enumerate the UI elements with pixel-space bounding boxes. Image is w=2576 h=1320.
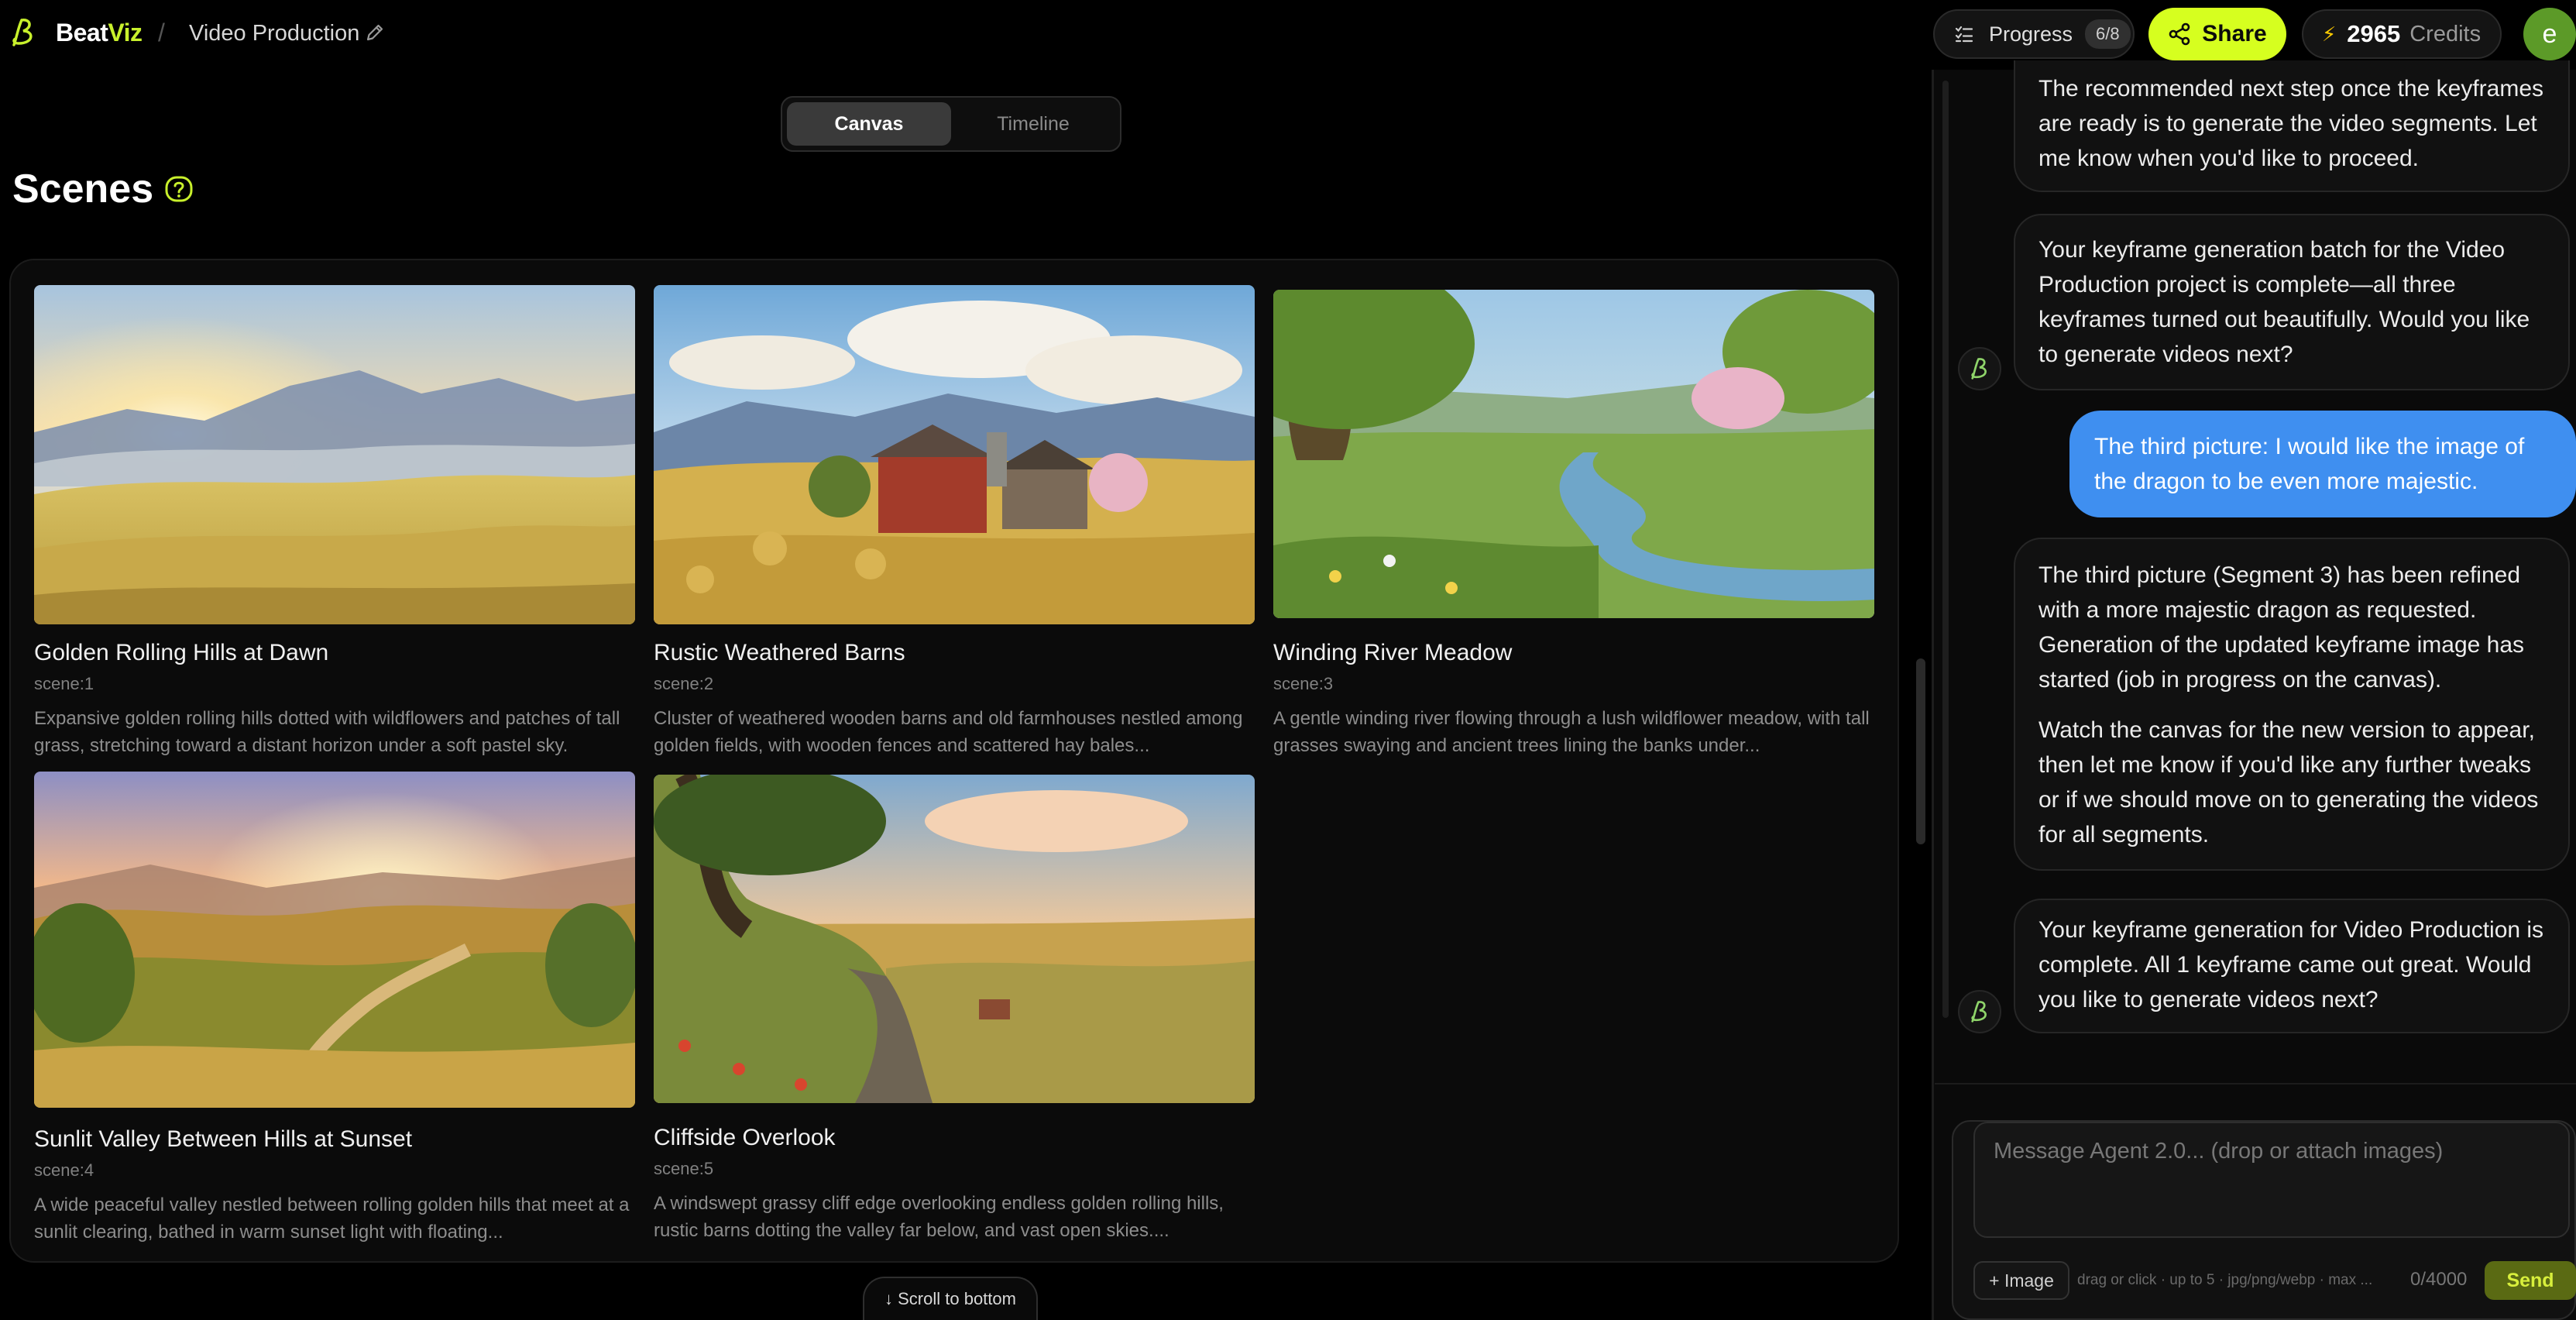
brand-viz: Viz [108,19,143,46]
user-avatar[interactable]: e [2523,8,2576,60]
scene-image [654,775,1255,1103]
checklist-icon [1955,26,1973,43]
tab-timeline[interactable]: Timeline [951,102,1115,146]
scene-title: Sunlit Valley Between Hills at Sunset [34,1126,413,1152]
top-bar: BeatViz / Video Production Progress 6/8 … [0,0,2576,70]
credits-value: 2965 [2347,20,2401,47]
help-icon[interactable] [164,175,194,205]
message-text: The third picture (Segment 3) has been r… [2038,562,2525,693]
scene-description: Cluster of weathered wooden barns and ol… [654,708,1243,756]
scene-image [1273,290,1874,618]
scene-image [34,285,635,624]
scene-thumbnail[interactable] [654,285,1255,624]
view-toggle: Canvas Timeline [781,96,1121,152]
share-button[interactable]: Share [2148,8,2286,60]
scene-description: A wide peaceful valley nestled between r… [34,1195,630,1243]
scene-image [654,285,1255,624]
scene-thumbnail[interactable] [654,775,1255,1103]
agent-message: Your keyframe generation for Video Produ… [2014,899,2570,1033]
share-label: Share [2202,21,2267,46]
beatviz-logo-icon [1971,1001,1987,1023]
chat-scrollbar[interactable] [1942,81,1949,1018]
tab-canvas[interactable]: Canvas [787,102,951,146]
agent-avatar [1958,347,2001,390]
chat-divider [1935,1083,2576,1085]
scene-title: Golden Rolling Hills at Dawn [34,640,329,665]
message-input-wrapper [1973,1122,2570,1238]
progress-button[interactable]: Progress 6/8 [1933,9,2135,59]
scene-card[interactable]: Cliffside Overlook scene:5 A windswept g… [654,775,1255,1244]
progress-count-badge: 6/8 [2085,19,2131,49]
scene-card[interactable]: Golden Rolling Hills at Dawn scene:1 Exp… [34,285,635,759]
add-image-button[interactable]: + Image [1973,1261,2069,1300]
lightning-icon: ⚡ [2322,22,2337,46]
upload-hint: drag or click · up to 5 · jpg/png/webp ·… [2077,1272,2373,1288]
message-text: Your keyframe generation for Video Produ… [2038,917,2544,1012]
scene-id: scene:2 [654,674,714,693]
brand-beat: Beat [56,19,108,46]
scene-card[interactable]: Sunlit Valley Between Hills at Sunset sc… [34,772,635,1246]
scene-thumbnail[interactable] [1273,290,1874,618]
credits-label: Credits [2409,21,2482,46]
credits-button[interactable]: ⚡ 2965 Credits [2302,9,2502,59]
beatviz-logo-icon[interactable] [8,15,39,50]
scene-id: scene:3 [1273,674,1334,693]
scene-card[interactable]: Winding River Meadow scene:3 A gentle wi… [1273,290,1874,759]
pencil-icon[interactable] [364,22,386,43]
user-message: The third picture: I would like the imag… [2069,411,2576,517]
scene-id: scene:4 [34,1160,94,1180]
agent-message: Your keyframe generation batch for the V… [2014,214,2570,390]
message-text: The recommended next step once the keyfr… [2038,76,2544,171]
progress-label: Progress [1989,22,2073,46]
beatviz-logo-icon [1971,358,1987,380]
agent-message: The third picture (Segment 3) has been r… [2014,538,2570,871]
scene-thumbnail[interactable] [34,772,635,1108]
scene-description: A windswept grassy cliff edge overlookin… [654,1193,1224,1241]
share-icon [2169,22,2190,46]
scene-thumbnail[interactable] [34,285,635,624]
scene-description: A gentle winding river flowing through a… [1273,708,1870,756]
message-text: The third picture: I would like the imag… [2094,434,2525,494]
scene-id: scene:1 [34,674,94,693]
scene-title: Rustic Weathered Barns [654,640,905,665]
agent-avatar [1958,990,2001,1033]
breadcrumb-separator: / [158,19,165,46]
character-count: 0/4000 [2410,1269,2468,1290]
scene-card[interactable]: Rustic Weathered Barns scene:2 Cluster o… [654,285,1255,759]
scene-description: Expansive golden rolling hills dotted wi… [34,708,620,756]
send-button[interactable]: Send [2485,1261,2576,1300]
message-input[interactable] [1975,1123,2568,1236]
project-name[interactable]: Video Production [189,21,359,46]
scene-id: scene:5 [654,1159,714,1178]
agent-message: The recommended next step once the keyfr… [2014,60,2570,192]
page-title: Scenes [12,167,154,211]
scene-image [34,772,635,1108]
message-text: Your keyframe generation batch for the V… [2038,237,2530,367]
scroll-to-bottom-button[interactable]: ↓ Scroll to bottom [863,1277,1038,1320]
scene-title: Cliffside Overlook [654,1125,836,1150]
scenes-scrollbar[interactable] [1916,658,1925,844]
message-text: Watch the canvas for the new version to … [2038,717,2539,847]
scene-title: Winding River Meadow [1273,640,1513,665]
brand-name[interactable]: BeatViz [56,19,143,47]
